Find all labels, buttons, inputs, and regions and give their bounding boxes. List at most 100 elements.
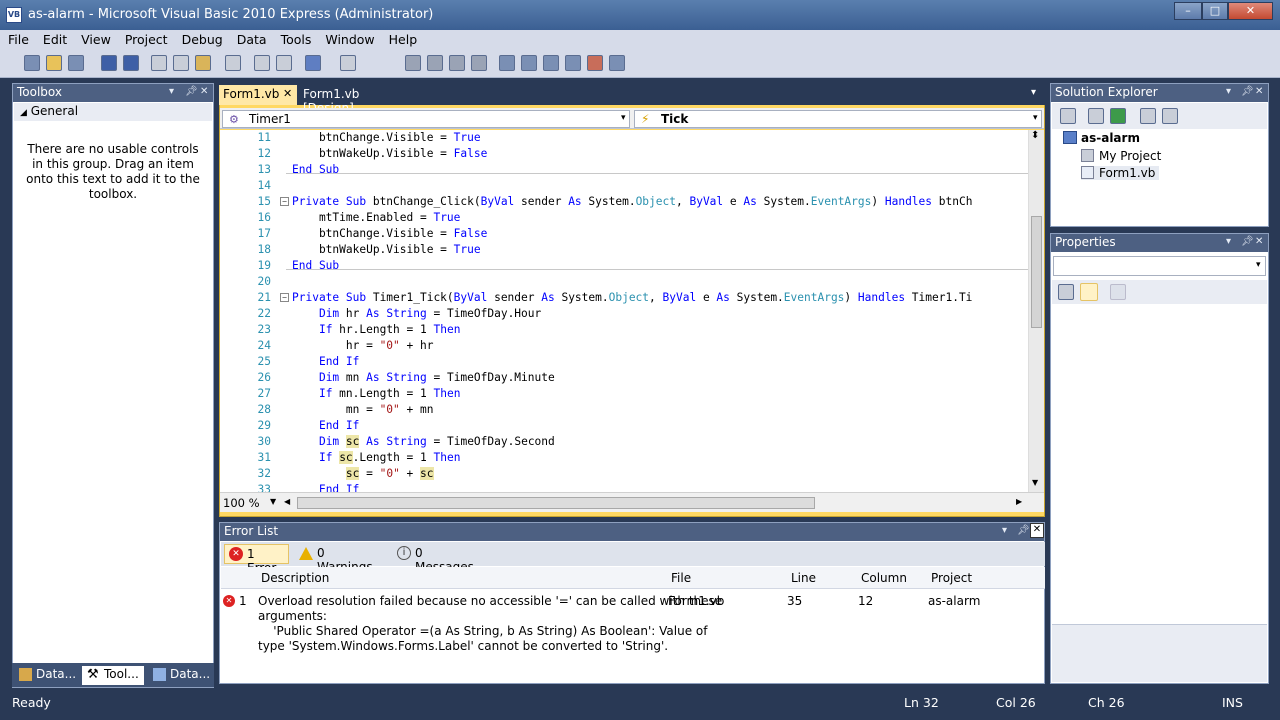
close-tab-icon[interactable]: ✕	[283, 87, 292, 100]
property-pages-icon[interactable]	[1110, 284, 1126, 300]
object-selector[interactable]: ▾	[1053, 256, 1266, 276]
toolbox-group-general[interactable]: ◢ General	[14, 103, 212, 121]
method-separator	[286, 269, 1028, 270]
menu-help[interactable]: Help	[382, 30, 425, 48]
pin-icon[interactable]: 📌︎	[1241, 86, 1254, 97]
new-project-icon[interactable]	[24, 55, 40, 71]
scroll-left-icon[interactable]: ◀	[284, 497, 290, 506]
dropdown-icon[interactable]: ▾	[169, 86, 174, 97]
column-project[interactable]: Project	[931, 571, 972, 585]
show-all-files-icon[interactable]	[1088, 108, 1104, 124]
redo-icon[interactable]	[340, 55, 356, 71]
minimize-button[interactable]: –	[1174, 2, 1202, 20]
step-over-icon[interactable]	[449, 55, 465, 71]
menu-project[interactable]: Project	[118, 30, 175, 48]
dropdown-icon[interactable]: ▾	[1002, 525, 1007, 536]
object-combo[interactable]: ⚙ Timer1 ▾	[222, 110, 630, 128]
tree-label: Form1.vb	[1099, 166, 1156, 180]
column-file[interactable]: File	[671, 571, 691, 585]
properties-icon[interactable]	[1060, 108, 1076, 124]
horizontal-scroll-thumb[interactable]	[297, 497, 815, 509]
add-item-icon[interactable]	[68, 55, 84, 71]
column-description[interactable]: Description	[261, 571, 329, 585]
menu-file[interactable]: File	[0, 30, 36, 48]
zoom-dropdown-icon[interactable]: ▼	[270, 497, 276, 506]
find-icon[interactable]	[225, 55, 241, 71]
close-icon[interactable]: ✕	[1255, 236, 1263, 247]
description-line: arguments:	[258, 609, 327, 623]
info-icon: i	[397, 546, 411, 560]
menu-debug[interactable]: Debug	[175, 30, 230, 48]
vertical-scrollbar[interactable]: ⬍ ▼	[1028, 130, 1044, 492]
extension-manager-icon[interactable]	[609, 55, 625, 71]
menu-window[interactable]: Window	[318, 30, 381, 48]
open-file-icon[interactable]	[46, 55, 62, 71]
tab-database-explorer[interactable]: Data...	[148, 666, 212, 685]
view-code-icon[interactable]	[1140, 108, 1156, 124]
undo-icon[interactable]	[305, 55, 321, 71]
event-combo[interactable]: ⚡︎ Tick ▾	[634, 110, 1042, 128]
scroll-down-icon[interactable]: ▼	[1032, 478, 1038, 487]
tab-form1-vb[interactable]: Form1.vb ✕	[219, 85, 297, 105]
cut-icon[interactable]	[151, 55, 167, 71]
properties-icon[interactable]	[521, 55, 537, 71]
pin-icon[interactable]: 📌︎	[1017, 525, 1030, 536]
line-number: 32	[257, 467, 271, 480]
line-number: 30	[257, 435, 271, 448]
status-char: Ch 26	[1088, 695, 1125, 710]
collapse-icon[interactable]: −	[280, 293, 289, 302]
warnings-filter-button[interactable]: 0 Warnings	[295, 544, 385, 574]
close-button[interactable]: ✕	[1228, 2, 1273, 20]
start-page-icon[interactable]	[587, 55, 603, 71]
dropdown-icon[interactable]: ▾	[1226, 86, 1231, 97]
view-designer-icon[interactable]	[1162, 108, 1178, 124]
scroll-right-icon[interactable]: ▶	[1016, 497, 1022, 506]
uncomment-icon[interactable]	[276, 55, 292, 71]
messages-filter-button[interactable]: i0 Messages	[393, 544, 483, 574]
alphabetical-icon[interactable]	[1080, 283, 1098, 301]
paste-icon[interactable]	[195, 55, 211, 71]
menu-data[interactable]: Data	[230, 30, 274, 48]
dropdown-icon[interactable]: ▾	[1226, 236, 1231, 247]
tree-form1-vb[interactable]: Form1.vb	[1081, 166, 1160, 180]
toolbox-bottom-tabs: Data... ⚒ Tool... Data...	[12, 663, 214, 687]
save-all-icon[interactable]	[123, 55, 139, 71]
refresh-icon[interactable]	[1110, 108, 1126, 124]
step-into-icon[interactable]	[427, 55, 443, 71]
code-text: End If	[318, 483, 360, 492]
tab-form1-design[interactable]: Form1.vb [Design]	[299, 85, 407, 115]
tab-toolbox[interactable]: ⚒ Tool...	[82, 666, 144, 685]
copy-icon[interactable]	[173, 55, 189, 71]
column-column[interactable]: Column	[861, 571, 907, 585]
close-icon[interactable]: ✕	[200, 86, 208, 97]
errors-filter-button[interactable]: ✕1 Error	[224, 544, 289, 575]
tree-my-project[interactable]: My Project	[1081, 149, 1161, 163]
tab-data-sources[interactable]: Data...	[14, 666, 80, 685]
solution-explorer-icon[interactable]	[499, 55, 515, 71]
categorized-icon[interactable]	[1058, 284, 1074, 300]
solution-explorer-title: Solution Explorer	[1055, 85, 1158, 99]
tree-project[interactable]: as-alarm	[1063, 131, 1140, 145]
split-handle-icon[interactable]: ⬍	[1031, 130, 1039, 141]
column-line[interactable]: Line	[791, 571, 816, 585]
menu-view[interactable]: View	[74, 30, 118, 48]
toolbox-icon[interactable]	[565, 55, 581, 71]
menu-edit[interactable]: Edit	[36, 30, 74, 48]
stop-icon[interactable]	[405, 55, 421, 71]
menu-tools[interactable]: Tools	[274, 30, 319, 48]
collapse-icon[interactable]: −	[280, 197, 289, 206]
step-out-icon[interactable]	[471, 55, 487, 71]
object-browser-icon[interactable]	[543, 55, 559, 71]
tab-list-dropdown-icon[interactable]: ▾	[1031, 87, 1036, 98]
scroll-thumb[interactable]	[1031, 216, 1042, 328]
comment-icon[interactable]	[254, 55, 270, 71]
zoom-level[interactable]: 100 %	[223, 496, 260, 510]
save-icon[interactable]	[101, 55, 117, 71]
code-view[interactable]: 11 btnChange.Visible = True 12 btnWakeUp…	[220, 130, 1028, 492]
maximize-button[interactable]: □	[1202, 2, 1228, 20]
pin-icon[interactable]: 📌︎	[185, 86, 198, 97]
pin-icon[interactable]: 📌︎	[1241, 236, 1254, 247]
close-icon[interactable]: ✕	[1030, 523, 1044, 538]
table-row[interactable]: ✕ 1 Overload resolution failed because n…	[221, 590, 1045, 653]
close-icon[interactable]: ✕	[1255, 86, 1263, 97]
